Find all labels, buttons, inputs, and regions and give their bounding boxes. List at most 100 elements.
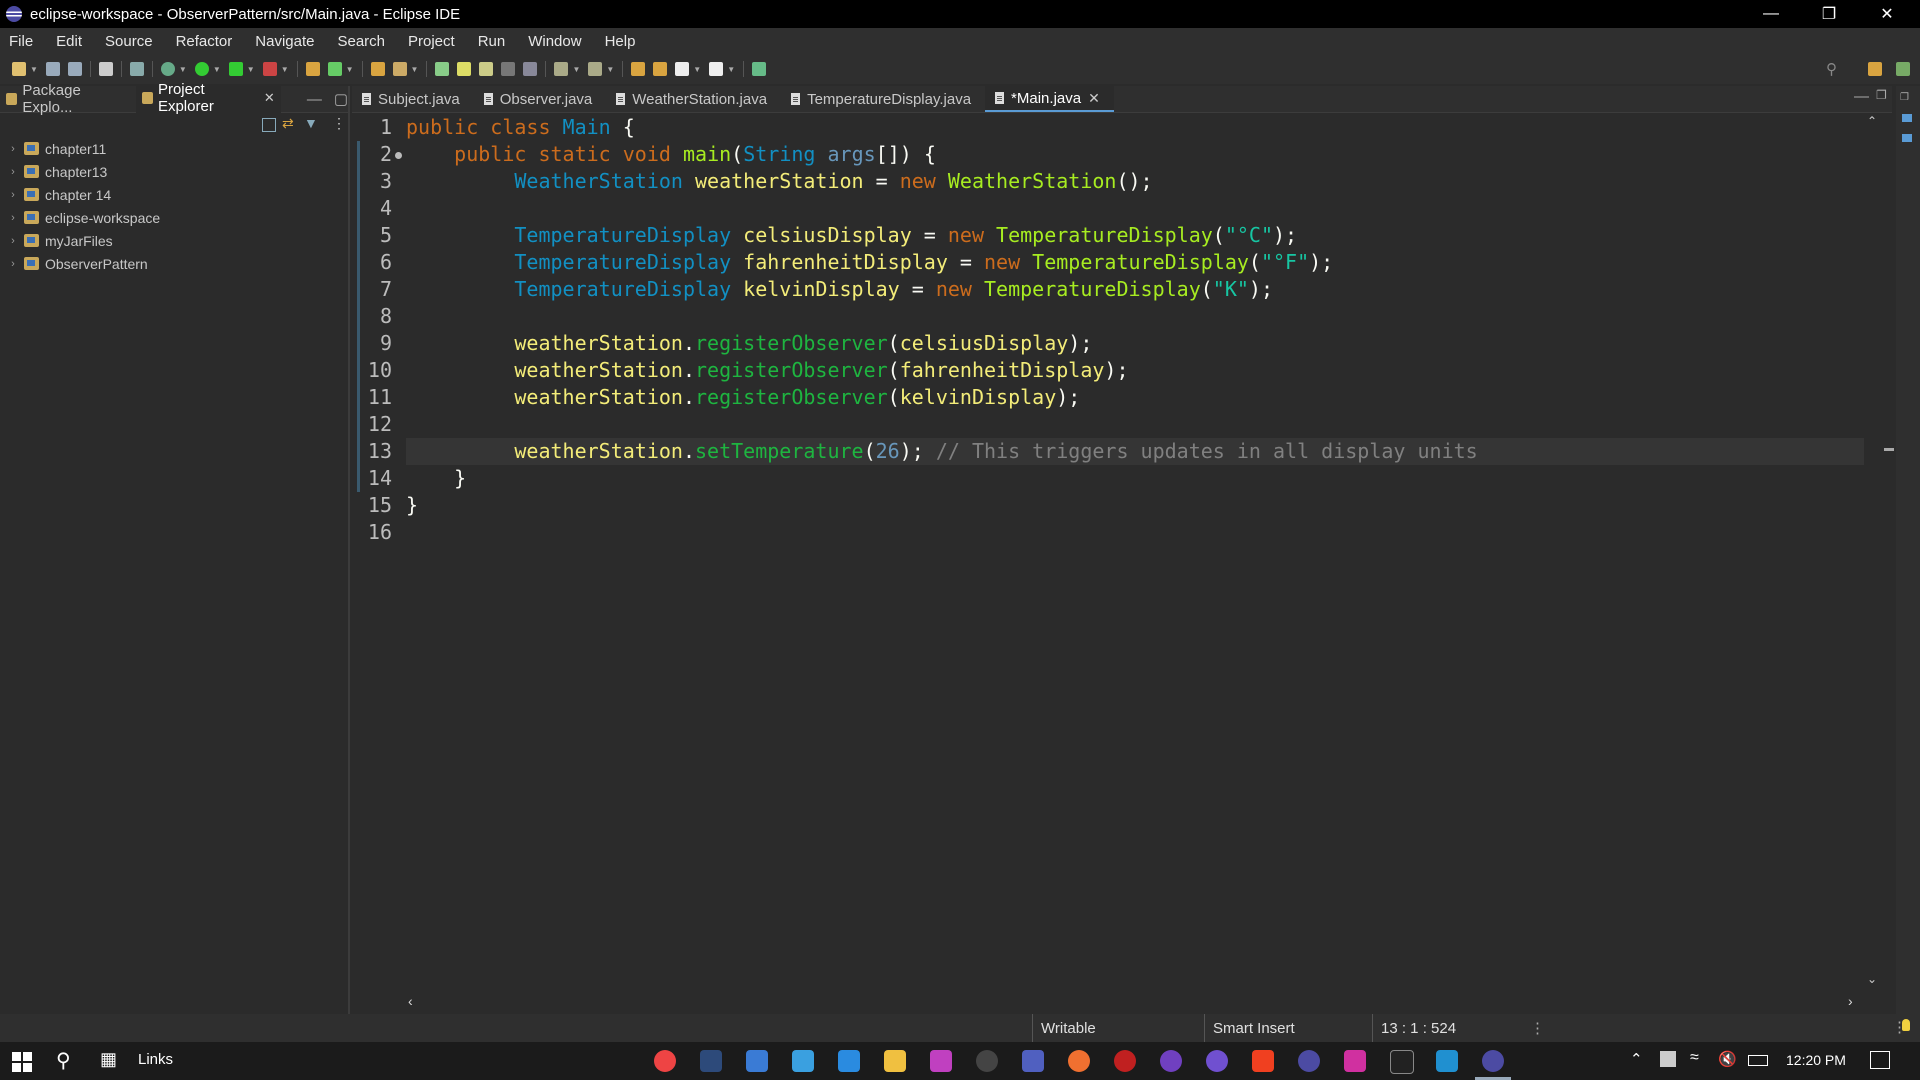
maximize-icon[interactable]: ▢ (334, 90, 348, 108)
app-icon[interactable] (1344, 1050, 1366, 1072)
chevron-down-icon[interactable]: ▼ (213, 65, 221, 74)
horizontal-scrollbar[interactable]: ‹ › (404, 992, 1864, 1012)
minimize-icon[interactable]: — (1854, 88, 1869, 105)
tab-observer-java[interactable]: Observer.java (474, 86, 607, 112)
scroll-left-icon[interactable]: ‹ (408, 993, 413, 1009)
code-line[interactable]: weatherStation.registerObserver(kelvinDi… (406, 384, 1864, 411)
menu-run[interactable]: Run (469, 33, 520, 50)
tree-item-observerpattern[interactable]: › ObserverPattern (0, 252, 348, 275)
code-line[interactable] (406, 519, 1864, 546)
code-editor[interactable]: 1 2 3 4 5 6 7 8 9 10 11 12 13 14 15 16 public class Mai… (352, 114, 1864, 992)
chevron-down-icon[interactable]: ▼ (572, 65, 580, 74)
code-line[interactable]: TemperatureDisplay celsiusDisplay = new … (406, 222, 1864, 249)
tree-item-myjarfiles[interactable]: › myJarFiles (0, 229, 348, 252)
code-line[interactable] (406, 303, 1864, 330)
github-desktop-icon[interactable] (1160, 1050, 1182, 1072)
menu-window[interactable]: Window (519, 33, 595, 50)
previous-annotation-icon[interactable] (588, 62, 603, 76)
open-type-icon[interactable] (370, 62, 385, 76)
eclipse-icon[interactable] (1298, 1050, 1320, 1072)
menu-source[interactable]: Source (96, 33, 167, 50)
menu-search[interactable]: Search (328, 33, 399, 50)
code-line[interactable]: public static void main(String args[]) { (406, 141, 1864, 168)
block-selection-icon[interactable] (501, 62, 516, 76)
code-line[interactable]: weatherStation.registerObserver(celsiusD… (406, 330, 1864, 357)
filter-icon[interactable]: ▼ (304, 115, 318, 131)
back-arrow-icon[interactable] (675, 62, 690, 76)
menu-file[interactable]: File (0, 33, 47, 50)
clock[interactable]: 12:20 PM (1786, 1052, 1846, 1068)
chevron-right-icon[interactable]: › (6, 143, 20, 155)
chevron-down-icon[interactable]: ▼ (693, 65, 701, 74)
terminal-icon[interactable] (98, 62, 113, 76)
external-tools-icon[interactable] (262, 62, 277, 76)
trello-icon[interactable] (1436, 1050, 1458, 1072)
restore-icon[interactable]: ❐ (1900, 92, 1909, 103)
app-icon[interactable] (976, 1050, 998, 1072)
intellij-icon[interactable] (930, 1050, 952, 1072)
forward-arrow-icon[interactable] (709, 62, 724, 76)
close-icon[interactable]: ✕ (264, 90, 275, 106)
scroll-right-icon[interactable]: › (1848, 993, 1853, 1009)
code-line[interactable]: public class Main { (406, 114, 1864, 141)
toggle-mark-occurrences-icon[interactable] (435, 62, 450, 76)
new-icon[interactable] (12, 62, 26, 76)
status-menu-icon[interactable]: ⋮ (1530, 1019, 1545, 1037)
chevron-right-icon[interactable]: › (6, 212, 20, 224)
code-line[interactable] (406, 411, 1864, 438)
mail-icon[interactable] (792, 1050, 814, 1072)
wifi-icon[interactable]: ≈ (1690, 1049, 1699, 1067)
scroll-up-icon[interactable]: ⌃ (1867, 114, 1877, 128)
minimize-button[interactable]: — (1742, 0, 1800, 28)
chevron-down-icon[interactable]: ▼ (179, 65, 187, 74)
chevron-down-icon[interactable]: ▼ (727, 65, 735, 74)
tree-item-chapter13[interactable]: › chapter13 (0, 160, 348, 183)
code-line[interactable]: weatherStation.setTemperature(26); // Th… (406, 438, 1864, 465)
link-with-editor-icon[interactable]: ⇄ (282, 115, 294, 132)
tab-package-explorer[interactable]: Package Explo... (0, 82, 136, 116)
open-perspective-icon[interactable] (1868, 62, 1882, 76)
restore-button[interactable]: ❐ (1800, 0, 1858, 28)
next-edit-icon[interactable] (653, 62, 668, 76)
chevron-down-icon[interactable]: ▼ (281, 65, 289, 74)
task-view-icon[interactable]: ▦ (100, 1049, 117, 1070)
viber-icon[interactable] (1206, 1050, 1228, 1072)
tree-item-chapter11[interactable]: › chapter11 (0, 137, 348, 160)
windows-start-icon[interactable] (12, 1052, 32, 1072)
tab-temperaturedisplay-java[interactable]: TemperatureDisplay.java (781, 86, 985, 112)
menu-refactor[interactable]: Refactor (167, 33, 247, 50)
restore-icon[interactable]: ❐ (1876, 88, 1887, 102)
debug-icon[interactable] (160, 62, 175, 76)
highlight-icon[interactable] (457, 62, 472, 76)
code-area[interactable]: public class Main { public static void m… (406, 114, 1864, 546)
word-wrap-icon[interactable] (479, 62, 494, 76)
speaker-muted-icon[interactable]: 🔇 (1718, 1050, 1737, 1068)
tree-item-eclipse-workspace[interactable]: › eclipse-workspace (0, 206, 348, 229)
show-whitespace-icon[interactable] (523, 62, 538, 76)
vertical-scrollbar[interactable]: ⌃ ⌄ (1864, 114, 1882, 992)
chevron-down-icon[interactable]: ▼ (606, 65, 614, 74)
chevron-right-icon[interactable]: › (6, 166, 20, 178)
save-icon[interactable] (45, 62, 60, 76)
battery-icon[interactable] (1748, 1055, 1768, 1066)
new-java-project-icon[interactable] (305, 62, 320, 76)
tab-main-java[interactable]: *Main.java ✕ (985, 86, 1114, 112)
eclipse-active-icon[interactable] (1482, 1050, 1504, 1072)
code-line[interactable]: WeatherStation weatherStation = new Weat… (406, 168, 1864, 195)
chevron-down-icon[interactable]: ▼ (346, 65, 354, 74)
microsoft-store-icon[interactable] (746, 1050, 768, 1072)
pin-editor-icon[interactable] (752, 62, 767, 76)
code-line[interactable]: TemperatureDisplay fahrenheitDisplay = n… (406, 249, 1864, 276)
skip-breakpoints-icon[interactable] (129, 62, 144, 76)
tab-weatherstation-java[interactable]: WeatherStation.java (606, 86, 781, 112)
task-list-icon[interactable] (1902, 134, 1912, 142)
security-icon[interactable] (1660, 1051, 1676, 1067)
search-icon[interactable]: ⚲ (56, 1048, 71, 1073)
chevron-right-icon[interactable]: › (6, 235, 20, 247)
chevron-down-icon[interactable]: ▼ (247, 65, 255, 74)
chevron-up-icon[interactable]: ⌃ (1630, 1050, 1643, 1068)
file-explorer-icon[interactable] (884, 1050, 906, 1072)
notifications-icon[interactable] (1870, 1051, 1890, 1069)
current-line-marker[interactable] (1884, 448, 1894, 451)
code-line[interactable]: TemperatureDisplay kelvinDisplay = new T… (406, 276, 1864, 303)
